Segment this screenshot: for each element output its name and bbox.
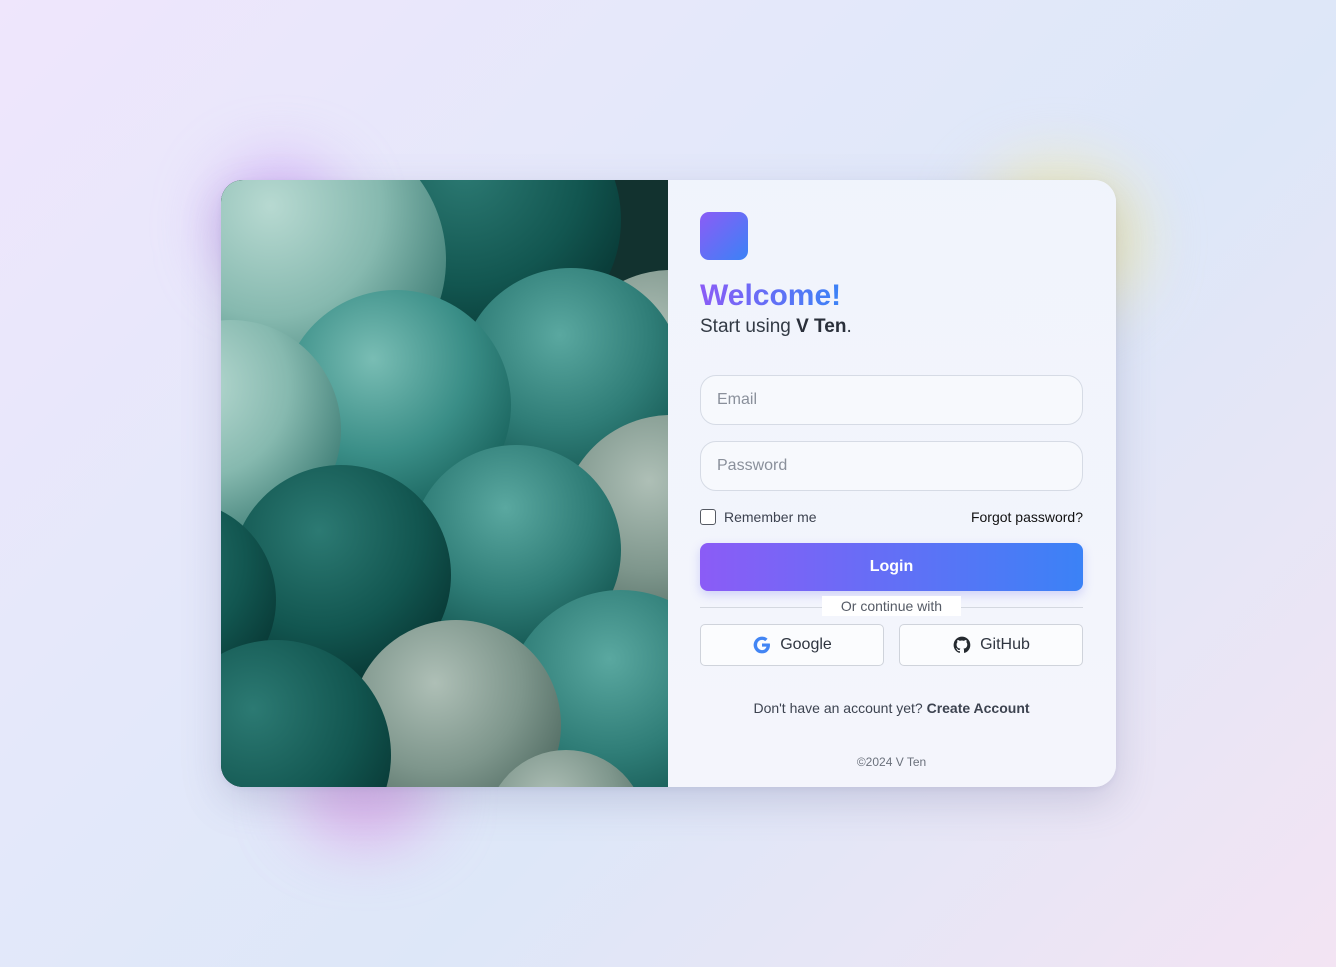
login-panel: Welcome! Start using V Ten. Remember me … [668, 180, 1116, 787]
create-account-link[interactable]: Create Account [927, 700, 1030, 716]
google-label: Google [780, 636, 832, 653]
copyright: ©2024 V Ten [856, 755, 927, 769]
page-title: Welcome! [700, 279, 842, 312]
divider-label: Or continue with [822, 596, 961, 616]
hero-image [221, 180, 668, 787]
github-label: GitHub [980, 636, 1030, 653]
login-card: Welcome! Start using V Ten. Remember me … [221, 180, 1116, 787]
login-button[interactable]: Login [700, 543, 1083, 591]
email-input[interactable] [700, 375, 1083, 425]
google-icon [753, 636, 771, 654]
github-icon [953, 636, 971, 653]
teal-spheres-image [221, 180, 668, 787]
github-login-button[interactable]: GitHub [899, 624, 1083, 666]
remember-me-checkbox[interactable] [700, 509, 716, 525]
divider: Or continue with [700, 596, 1083, 616]
login-options-row: Remember me Forgot password? [700, 508, 1083, 526]
forgot-password-link[interactable]: Forgot password? [971, 509, 1083, 525]
signup-text: Don't have an account yet? [753, 700, 923, 716]
subtitle-suffix: . [846, 316, 852, 337]
remember-me-label: Remember me [724, 509, 817, 525]
password-input[interactable] [700, 441, 1083, 491]
brand-logo [700, 212, 748, 260]
remember-me[interactable]: Remember me [700, 509, 817, 525]
google-login-button[interactable]: Google [700, 624, 884, 666]
social-login-row: Google GitHub [700, 624, 1083, 666]
signup-prompt: Don't have an account yet? Create Accoun… [700, 700, 1083, 716]
subtitle-prefix: Start using [700, 316, 791, 337]
page-subtitle: Start using V Ten. [700, 314, 1083, 340]
subtitle-brand: V Ten [796, 316, 847, 337]
